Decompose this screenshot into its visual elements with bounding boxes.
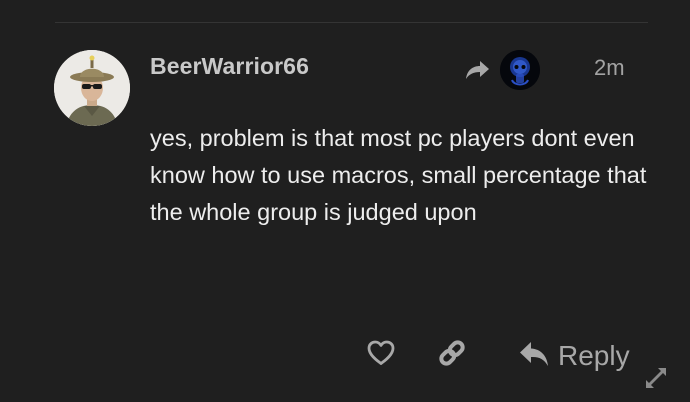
user-avatar[interactable] (54, 50, 130, 126)
like-button[interactable] (364, 338, 398, 372)
reply-button[interactable]: Reply (518, 336, 630, 376)
reply-label: Reply (558, 340, 630, 371)
post-content: yes, problem is that most pc players don… (150, 125, 647, 225)
heart-icon (366, 339, 396, 371)
username[interactable]: BeerWarrior66 (150, 53, 309, 80)
reply-to-avatar[interactable] (500, 50, 540, 90)
reply-arrow-icon (518, 340, 550, 373)
share-arrow-icon (464, 59, 490, 81)
post-divider (55, 22, 648, 23)
forum-post: BeerWarrior66 2m yes, problem is that mo… (0, 0, 690, 402)
post-date[interactable]: 2m (594, 55, 625, 81)
copy-link-button[interactable] (434, 338, 470, 372)
reply-to-indicator[interactable] (464, 50, 540, 90)
link-icon (436, 337, 468, 374)
expand-arrows-icon[interactable] (644, 366, 668, 390)
post-actions: Reply (0, 336, 690, 376)
